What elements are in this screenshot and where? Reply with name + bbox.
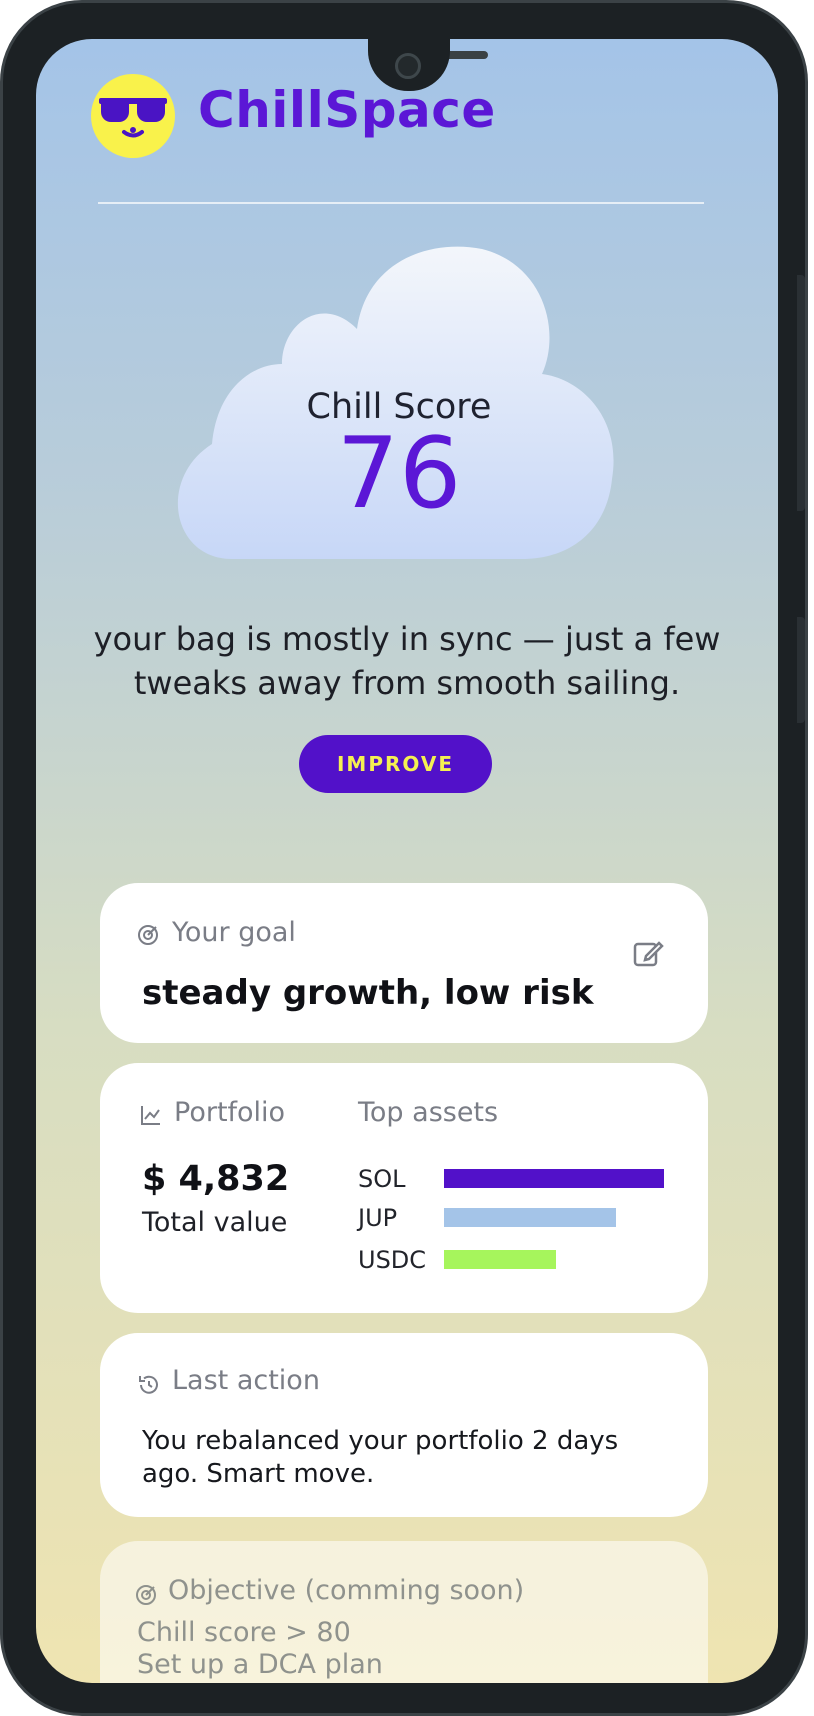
top-assets-label: Top assets: [358, 1097, 499, 1128]
header-divider: [98, 202, 704, 204]
phone-frame: ChillSpace Chill Score 76 your bag is mo…: [0, 0, 808, 1716]
asset-name: JUP: [358, 1204, 398, 1232]
goal-value: steady growth, low risk: [142, 973, 594, 1013]
goal-card[interactable]: Your goal steady growth, low risk: [100, 883, 708, 1043]
improve-button[interactable]: IMPROVE: [299, 735, 492, 793]
goal-label: Your goal: [172, 917, 296, 948]
history-icon: [137, 1373, 161, 1401]
side-button-volume: [797, 275, 805, 511]
objective-item: Set up a DCA plan: [137, 1649, 383, 1680]
logo-icon: [91, 74, 175, 158]
asset-bar: [444, 1208, 616, 1227]
asset-bar: [444, 1250, 556, 1269]
asset-bar: [444, 1169, 664, 1188]
last-action-label: Last action: [172, 1365, 320, 1396]
portfolio-card[interactable]: Portfolio $ 4,832 Total value Top assets…: [100, 1063, 708, 1313]
side-button-power: [797, 617, 805, 723]
chart-line-icon: [140, 1104, 162, 1130]
last-action-text: You rebalanced your portfolio 2 days ago…: [142, 1426, 619, 1489]
app-title: ChillSpace: [198, 81, 496, 139]
app-screen: ChillSpace Chill Score 76 your bag is mo…: [36, 39, 778, 1683]
portfolio-total-label: Total value: [142, 1207, 288, 1238]
objective-label: Objective (comming soon): [168, 1575, 525, 1606]
portfolio-label: Portfolio: [174, 1097, 286, 1128]
score-tagline: your bag is mostly in sync — just a few …: [93, 620, 721, 702]
edit-icon[interactable]: [632, 937, 664, 973]
portfolio-total: $ 4,832: [142, 1159, 290, 1199]
camera-icon: [395, 53, 421, 79]
target-icon: [136, 923, 160, 951]
asset-name: USDC: [358, 1246, 427, 1274]
objective-item: Chill score > 80: [137, 1617, 351, 1648]
chill-score-cloud: Chill Score 76: [162, 239, 642, 579]
objective-card: Objective (comming soon) Chill score > 8…: [100, 1541, 708, 1683]
last-action-card[interactable]: Last action You rebalanced your portfoli…: [100, 1333, 708, 1517]
target-icon: [134, 1583, 158, 1611]
chill-score-value: 76: [336, 417, 462, 531]
asset-name: SOL: [358, 1165, 406, 1193]
